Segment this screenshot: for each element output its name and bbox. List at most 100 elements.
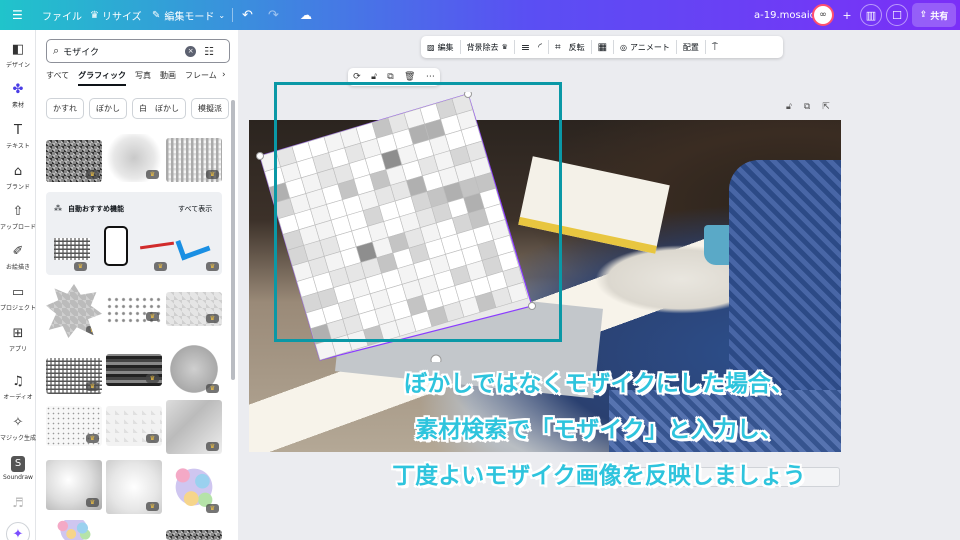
rotate-handle-icon[interactable]	[430, 354, 442, 362]
comment-icon[interactable]: ☐	[886, 4, 908, 26]
left-rail: ◧ デザイン ✤ 素材 T テキスト ⌂ ブランド ⇧ アップロード ✐ お絵描き ▭ プロジ…	[0, 30, 36, 540]
result-thumbnail[interactable]: ♛	[106, 354, 162, 386]
line-weight-icon[interactable]: ≡	[521, 41, 530, 54]
result-thumbnail[interactable]	[46, 520, 102, 540]
tab-frames[interactable]: フレーム	[185, 70, 217, 86]
rail-item-apps[interactable]: ⊞ アプリ	[0, 326, 36, 353]
resize-handle[interactable]	[256, 152, 264, 160]
result-thumbnail[interactable]: ♛	[166, 292, 222, 326]
insights-icon[interactable]: ▥	[860, 4, 882, 26]
rail-item-upload[interactable]: ⇧ アップロード	[0, 204, 36, 231]
result-thumbnail[interactable]: ♛	[166, 138, 222, 182]
crown-icon: ♛	[501, 43, 508, 51]
result-thumbnail[interactable]: ♛	[106, 134, 162, 182]
rail-item-draw[interactable]: ✐ お絵描き	[0, 244, 36, 271]
result-thumbnail[interactable]: ♛	[166, 458, 222, 516]
page-add-icon[interactable]: ⇱	[822, 102, 830, 112]
chip-kasure[interactable]: かすれ	[46, 98, 84, 119]
paint-roller-icon[interactable]: ⍑	[712, 42, 718, 53]
result-thumbnail[interactable]	[166, 530, 222, 540]
result-thumbnail[interactable]: ♛	[106, 460, 162, 514]
top-bar: ☰ ファイル ♛ リサイズ ✎ 編集モード ⌄ ↶ ↷ ☁ a-19.mosaic ∞…	[0, 0, 960, 30]
corner-rounding-icon[interactable]: ◜	[538, 42, 542, 53]
soundraw-icon: S	[11, 456, 25, 472]
document-name[interactable]: a-19.mosaic	[754, 0, 815, 30]
rail-item-brand[interactable]: ⌂ ブランド	[0, 164, 36, 191]
share-button[interactable]: ⇪ 共有	[912, 3, 956, 27]
share-icon: ⇪	[919, 10, 928, 20]
duplicate-icon[interactable]: ⧉	[387, 72, 393, 82]
animate-button[interactable]: ◎ アニメート	[620, 42, 670, 53]
magic-sparkle-icon[interactable]: ✦	[6, 522, 30, 540]
crop-icon[interactable]: ⌗	[555, 42, 561, 53]
result-thumbnail[interactable]: ♛	[46, 406, 102, 446]
rail-item-design[interactable]: ◧ デザイン	[0, 42, 36, 69]
undo-icon[interactable]: ↶	[242, 0, 253, 30]
result-thumbnail[interactable]: ♛	[166, 342, 222, 396]
audio-icon: ♫	[12, 374, 24, 389]
see-all-link[interactable]: すべて表示	[178, 204, 212, 214]
edit-mode-button[interactable]: ✎ 編集モード ⌄	[152, 0, 225, 30]
result-thumbnail[interactable]: ♛	[106, 296, 162, 324]
transparency-icon[interactable]: ▦	[598, 42, 607, 53]
suggestion-chips: かすれ ぼかし 白 ぼかし 模擬派	[46, 98, 229, 119]
result-thumbnail[interactable]	[54, 238, 90, 260]
crown-icon: ♛	[146, 434, 159, 443]
arrange-button[interactable]: 配置	[683, 42, 699, 53]
clear-icon[interactable]: ×	[185, 45, 197, 57]
delete-icon[interactable]: 🗑︎	[404, 72, 415, 82]
crown-icon: ♛	[86, 382, 99, 391]
avatar[interactable]: ∞	[812, 4, 834, 26]
rail-item-audio[interactable]: ♫ オーディオ	[0, 374, 36, 401]
chip-bokashi[interactable]: ぼかし	[89, 98, 127, 119]
resize-icon: ♛	[90, 9, 99, 21]
result-thumbnail[interactable]: ♛	[46, 460, 102, 510]
result-thumbnail[interactable]: ♛	[46, 358, 102, 394]
draw-icon: ✐	[12, 244, 24, 259]
file-menu[interactable]: ファイル	[42, 0, 82, 30]
more-icon[interactable]: ⋯	[426, 72, 435, 82]
tab-graphics[interactable]: グラフィック	[78, 70, 126, 86]
rail-item-more[interactable]: ♬	[0, 496, 36, 512]
rail-item-projects[interactable]: ▭ プロジェクト	[0, 285, 36, 312]
layout-icon: ◧	[11, 42, 25, 57]
resize-button[interactable]: ♛ リサイズ	[90, 0, 142, 30]
chevron-right-icon[interactable]: ›	[222, 70, 226, 80]
chip-white-bokashi[interactable]: 白 ぼかし	[132, 98, 186, 119]
rail-item-soundraw[interactable]: S Soundraw	[0, 456, 36, 481]
filter-icon[interactable]: ☷	[204, 45, 214, 58]
page-duplicate-icon[interactable]: ⧉	[804, 102, 810, 112]
brand-icon: ⌂	[13, 164, 23, 179]
lock-icon[interactable]: 🔓︎	[371, 72, 377, 82]
phone-illustration	[104, 226, 128, 266]
panel-scrollbar[interactable]	[231, 100, 235, 380]
result-thumbnail[interactable]: ♛	[106, 406, 162, 446]
divider	[459, 40, 461, 54]
music-icon: ♬	[12, 496, 24, 511]
elements-panel: ⌕ × ☷ すべて グラフィック 写真 動画 フレーム › かすれ ぼかし 白 …	[36, 30, 238, 540]
rotate-icon[interactable]: ⟳	[353, 72, 361, 82]
result-thumbnail[interactable]: ♛	[166, 400, 222, 454]
result-thumbnail[interactable]: ♛	[46, 140, 102, 182]
cloud-save-icon[interactable]: ☁	[300, 0, 312, 30]
menu-icon[interactable]: ☰	[12, 0, 23, 30]
tab-all[interactable]: すべて	[46, 70, 69, 86]
rail-item-magic-media[interactable]: ✧ マジック生成	[0, 415, 36, 442]
rail-item-text[interactable]: T テキスト	[0, 123, 36, 150]
tab-videos[interactable]: 動画	[160, 70, 176, 86]
crown-icon: ♛	[86, 170, 99, 179]
auto-recommend-card[interactable]: ⁂ 自動おすすめ機能 すべて表示 ♛ ♛ ♛	[46, 192, 222, 275]
flip-button[interactable]: 反転	[569, 42, 585, 53]
crown-icon: ♛	[146, 312, 159, 321]
rail-item-elements[interactable]: ✤ 素材	[0, 82, 36, 109]
bg-remove-button[interactable]: 背景除去 ♛	[467, 42, 508, 53]
result-thumbnail[interactable]: ♛	[46, 284, 102, 338]
page-lock-icon[interactable]: 🔓︎	[786, 102, 792, 112]
edit-image-button[interactable]: ▨ 編集	[427, 42, 454, 53]
add-collaborator-icon[interactable]: +	[836, 4, 858, 26]
search-input[interactable]	[63, 46, 182, 56]
crown-icon: ♛	[86, 498, 99, 507]
redo-icon[interactable]: ↷	[268, 0, 279, 30]
tab-photos[interactable]: 写真	[135, 70, 151, 86]
chip-mogiha[interactable]: 模擬派	[191, 98, 229, 119]
